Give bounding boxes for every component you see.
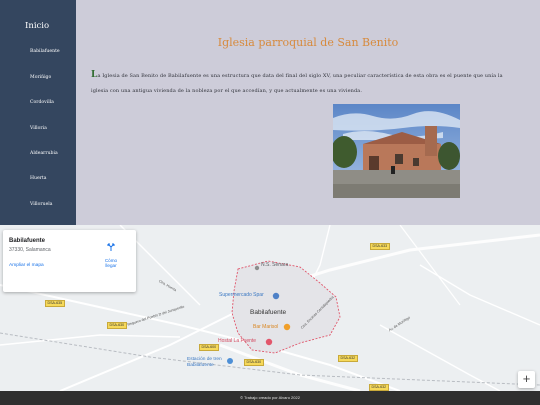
footer: © Trabajo creado por Alvaro 2022 <box>0 391 540 405</box>
zoom-in-button[interactable]: + <box>518 371 535 388</box>
place-name: Babilafuente <box>9 238 46 244</box>
sidebar: Inicio Babilafuente Moriñigo Cordovilla … <box>0 0 76 225</box>
label-station-line1: Estación de tren <box>187 357 222 362</box>
church-description: La Iglesia de San Benito de Babilafuente… <box>91 68 509 99</box>
place-address: 37330, Salamanca <box>9 247 51 253</box>
sidebar-item-babilafuente[interactable]: Babilafuente <box>30 49 60 54</box>
road-badge: DSA-632 <box>338 355 358 362</box>
enlarge-map-link[interactable]: Ampliar el mapa <box>9 263 44 268</box>
sidebar-item-moriñigo[interactable]: Moriñigo <box>30 75 51 80</box>
label-station-line2: Babilafuente <box>187 363 214 368</box>
road-badge: DSA-635 <box>45 300 65 307</box>
church-photo <box>333 104 460 198</box>
sidebar-item-huerta[interactable]: Huerta <box>30 176 46 181</box>
place-card: Babilafuente 37330, Salamanca Ampliar el… <box>3 230 136 292</box>
road-badge: DSA-630 <box>244 359 264 366</box>
directions-button[interactable]: Cómo llegar <box>99 239 123 268</box>
page-title: Iglesia parroquial de San Benito <box>217 36 399 49</box>
description-text: a Iglesia de San Benito de Babilafuente … <box>91 73 503 94</box>
label-supermarket[interactable]: Supermercado Spar <box>219 292 264 298</box>
directions-icon <box>107 243 115 251</box>
sidebar-home-link[interactable]: Inicio <box>25 21 49 31</box>
directions-label: Cómo llegar <box>104 258 118 268</box>
footer-text: © Trabajo creado por Alvaro 2022 <box>240 395 300 400</box>
embedded-map[interactable]: N.S. Senara Supermercado Spar Babilafuen… <box>0 225 540 391</box>
label-bar[interactable]: Bar Marisol <box>253 324 278 330</box>
main-content: Iglesia parroquial de San Benito La Igle… <box>76 0 540 225</box>
sidebar-item-aldearrubia[interactable]: Aldearrubia <box>30 151 58 156</box>
label-station[interactable]: Estación de tren Babilafuente <box>187 357 222 369</box>
label-ns-senara: N.S. Senara <box>261 262 289 268</box>
road-badge: DSA-630 <box>107 322 127 329</box>
sidebar-item-villoria[interactable]: Villoria <box>30 126 47 131</box>
label-town: Babilafuente <box>250 309 287 316</box>
sidebar-item-villoruela[interactable]: Villoruela <box>30 202 53 207</box>
road-badge: DSA-633 <box>370 243 390 250</box>
road-badge: DSA-632 <box>369 384 389 391</box>
road-badge: DSA-600 <box>199 344 219 351</box>
sidebar-item-cordovilla[interactable]: Cordovilla <box>30 100 54 105</box>
label-hostal[interactable]: Hostal La Fuente <box>218 338 256 344</box>
